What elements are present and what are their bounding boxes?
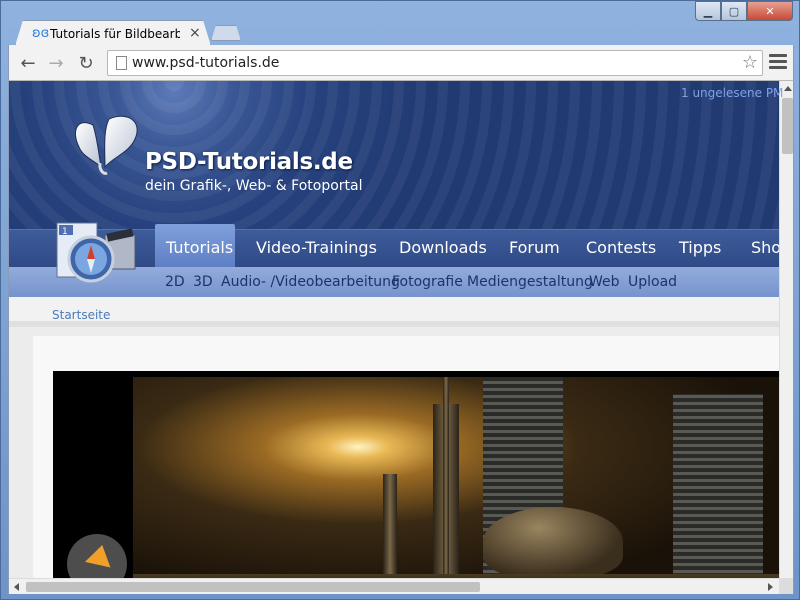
- nav-tab-tutorials[interactable]: Tutorials: [166, 229, 233, 267]
- browser-toolbar: ← → ↻ ☆: [8, 45, 794, 81]
- tutorials-compass-icon: 1: [56, 222, 136, 283]
- tab-strip: ʚɞ Tutorials für Bildbearbeitu × ▁ ▢ ✕: [1, 1, 799, 46]
- breadcrumb-home[interactable]: Startseite: [52, 308, 110, 322]
- chrome-menu-button[interactable]: [769, 54, 787, 72]
- menu-bar-icon: [769, 60, 787, 63]
- browser-window: ʚɞ Tutorials für Bildbearbeitu × ▁ ▢ ✕ ←…: [0, 0, 800, 600]
- svg-text:1: 1: [62, 227, 68, 237]
- nav-tab-contests[interactable]: Contests: [586, 229, 656, 267]
- back-button[interactable]: ←: [17, 52, 39, 74]
- window-controls: ▁ ▢ ✕: [695, 1, 793, 21]
- minimize-button[interactable]: ▁: [695, 1, 721, 21]
- close-button[interactable]: ✕: [747, 1, 793, 21]
- page-icon: [116, 56, 127, 70]
- butterfly-icon: ʚɞ: [32, 26, 50, 41]
- subnav-audio-video[interactable]: Audio- /Videobearbeitung: [221, 267, 400, 297]
- butterfly-logo-icon[interactable]: [69, 111, 149, 181]
- tab-title: Tutorials für Bildbearbeitu: [50, 27, 175, 41]
- reload-button[interactable]: ↻: [75, 52, 97, 74]
- slide-image-futuristic-city[interactable]: [133, 377, 779, 594]
- subnav-fotografie[interactable]: Fotografie: [392, 267, 463, 297]
- slide-spaceship: [483, 507, 623, 577]
- subnav-web[interactable]: Web: [589, 267, 620, 297]
- scroll-right-icon[interactable]: [768, 583, 773, 591]
- slide-spire: [443, 377, 449, 594]
- subnav-3d[interactable]: 3D: [193, 267, 213, 297]
- vertical-scroll-thumb[interactable]: [782, 98, 793, 154]
- url-input[interactable]: [132, 53, 732, 73]
- nav-tab-forum[interactable]: Forum: [509, 229, 560, 267]
- forward-button[interactable]: →: [45, 52, 67, 74]
- subnav-mediengestaltung[interactable]: Mediengestaltung: [467, 267, 593, 297]
- image-slider[interactable]: [53, 371, 779, 594]
- subnav-2d[interactable]: 2D: [165, 267, 185, 297]
- scroll-left-icon[interactable]: [14, 583, 19, 591]
- horizontal-scrollbar[interactable]: [9, 578, 779, 594]
- breadcrumb-bar: [9, 297, 779, 327]
- tab-close-icon[interactable]: ×: [189, 25, 201, 41]
- address-bar[interactable]: ☆: [107, 50, 763, 76]
- arrow-left-icon: [81, 544, 111, 576]
- new-tab-button[interactable]: [211, 25, 241, 41]
- menu-bar-icon: [769, 66, 787, 69]
- tab-active[interactable]: ʚɞ Tutorials für Bildbearbeitu ×: [15, 20, 211, 46]
- maximize-button[interactable]: ▢: [721, 1, 747, 21]
- menu-bar-icon: [769, 54, 787, 57]
- horizontal-scroll-thumb[interactable]: [26, 582, 480, 592]
- subnav-upload[interactable]: Upload: [628, 267, 677, 297]
- nav-tab-shop[interactable]: Sho: [751, 229, 779, 267]
- nav-tab-tipps[interactable]: Tipps: [679, 229, 721, 267]
- nav-tab-video-trainings[interactable]: Video-Trainings: [256, 229, 377, 267]
- nav-tab-downloads[interactable]: Downloads: [399, 229, 487, 267]
- vertical-scrollbar[interactable]: [779, 81, 793, 578]
- scroll-corner: [779, 578, 793, 594]
- site-title[interactable]: PSD-Tutorials.de: [145, 149, 353, 175]
- page-viewport: 1 ungelesene PM PSD-Tutorials.de dein Gr…: [8, 81, 794, 594]
- scroll-up-icon[interactable]: [784, 86, 792, 91]
- site-tagline: dein Grafik-, Web- & Fotoportal: [145, 178, 363, 194]
- bookmark-star-icon[interactable]: ☆: [742, 52, 758, 74]
- slide-glass-tower: [673, 394, 763, 594]
- unread-pm-link[interactable]: 1 ungelesene PM: [681, 86, 783, 100]
